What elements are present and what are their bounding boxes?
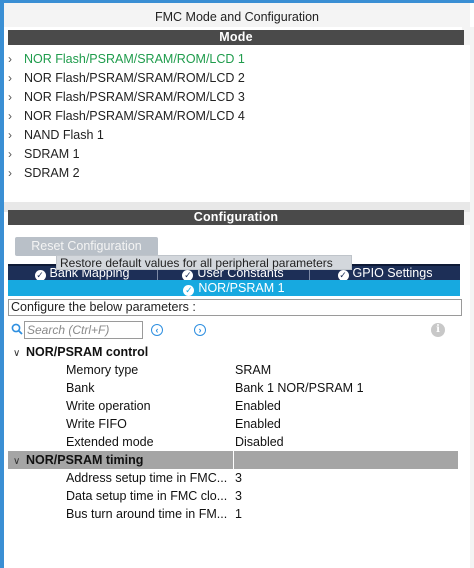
configure-parameters-label: Configure the below parameters : <box>8 299 462 316</box>
configuration-section-header: Configuration <box>8 210 464 225</box>
mode-item-label: NOR Flash/PSRAM/SRAM/ROM/LCD 1 <box>24 52 245 66</box>
param-address-setup-time[interactable]: Address setup time in FMC... 3 <box>8 469 458 487</box>
mode-item-sdram-2[interactable]: › SDRAM 2 <box>8 164 80 182</box>
chevron-right-icon: › <box>8 128 12 142</box>
param-value: Disabled <box>235 435 284 449</box>
reset-configuration-button[interactable]: Reset Configuration <box>15 237 158 256</box>
panel-title: FMC Mode and Configuration <box>4 3 470 27</box>
param-extended-mode[interactable]: Extended mode Disabled <box>8 433 458 451</box>
param-name: Data setup time in FMC clo... <box>66 489 228 503</box>
group-label: NOR/PSRAM control <box>26 345 149 359</box>
chevron-right-icon: › <box>8 166 12 180</box>
search-bar: ‹ › i <box>8 321 464 339</box>
param-write-fifo[interactable]: Write FIFO Enabled <box>8 415 458 433</box>
chevron-right-icon: › <box>8 71 12 85</box>
param-name: Address setup time in FMC... <box>66 471 228 485</box>
search-input[interactable] <box>24 321 143 339</box>
param-name: Bus turn around time in FM... <box>66 507 228 521</box>
check-circle-icon: ✓ <box>183 285 195 296</box>
param-name: Memory type <box>66 363 139 377</box>
param-value: 1 <box>235 507 242 521</box>
param-value: 3 <box>235 489 242 503</box>
mode-item-label: NAND Flash 1 <box>24 128 104 142</box>
tab-label: NOR/PSRAM 1 <box>198 281 285 295</box>
mode-item-nor-lcd-4[interactable]: › NOR Flash/PSRAM/SRAM/ROM/LCD 4 <box>8 107 245 125</box>
mode-item-label: NOR Flash/PSRAM/SRAM/ROM/LCD 4 <box>24 109 245 123</box>
param-value: Enabled <box>235 417 281 431</box>
mode-item-nor-lcd-1[interactable]: › NOR Flash/PSRAM/SRAM/ROM/LCD 1 <box>8 50 245 68</box>
mode-item-label: SDRAM 1 <box>24 147 80 161</box>
mode-item-label: NOR Flash/PSRAM/SRAM/ROM/LCD 2 <box>24 71 245 85</box>
mode-item-sdram-1[interactable]: › SDRAM 1 <box>8 145 80 163</box>
group-nor-psram-control[interactable]: ∨ NOR/PSRAM control <box>8 343 458 361</box>
mode-item-nor-lcd-2[interactable]: › NOR Flash/PSRAM/SRAM/ROM/LCD 2 <box>8 69 245 87</box>
group-nor-psram-timing[interactable]: ∨ NOR/PSRAM timing <box>8 451 458 469</box>
chevron-right-icon: › <box>8 52 12 66</box>
info-icon[interactable]: i <box>431 323 445 337</box>
mode-item-label: SDRAM 2 <box>24 166 80 180</box>
mode-item-nor-lcd-3[interactable]: › NOR Flash/PSRAM/SRAM/ROM/LCD 3 <box>8 88 245 106</box>
param-value: Enabled <box>235 399 281 413</box>
param-value: SRAM <box>235 363 272 377</box>
mode-item-nand-flash-1[interactable]: › NAND Flash 1 <box>8 126 104 144</box>
param-data-setup-time[interactable]: Data setup time in FMC clo... 3 <box>8 487 458 505</box>
search-next-icon[interactable]: › <box>194 324 206 336</box>
param-name: Bank <box>66 381 95 395</box>
reset-tooltip: Restore default values for all periphera… <box>56 255 352 270</box>
param-value: 3 <box>235 471 242 485</box>
param-value: Bank 1 NOR/PSRAM 1 <box>235 381 364 395</box>
tab-nor-psram-1[interactable]: ✓ NOR/PSRAM 1 <box>8 280 460 296</box>
search-icon <box>11 323 25 337</box>
column-divider <box>233 451 234 469</box>
param-name: Write FIFO <box>66 417 127 431</box>
chevron-right-icon: › <box>8 109 12 123</box>
param-name: Write operation <box>66 399 151 413</box>
search-previous-icon[interactable]: ‹ <box>151 324 163 336</box>
chevron-right-icon: › <box>8 90 12 104</box>
param-bank[interactable]: Bank Bank 1 NOR/PSRAM 1 <box>8 379 458 397</box>
mode-item-label: NOR Flash/PSRAM/SRAM/ROM/LCD 3 <box>24 90 245 104</box>
chevron-right-icon: › <box>8 147 12 161</box>
param-bus-turn-around-time[interactable]: Bus turn around time in FM... 1 <box>8 505 458 523</box>
tab-label: GPIO Settings <box>352 266 433 280</box>
mode-section-header: Mode <box>8 30 464 45</box>
param-name: Extended mode <box>66 435 154 449</box>
param-memory-type[interactable]: Memory type SRAM <box>8 361 458 379</box>
group-label: NOR/PSRAM timing <box>26 453 144 467</box>
param-write-operation[interactable]: Write operation Enabled <box>8 397 458 415</box>
